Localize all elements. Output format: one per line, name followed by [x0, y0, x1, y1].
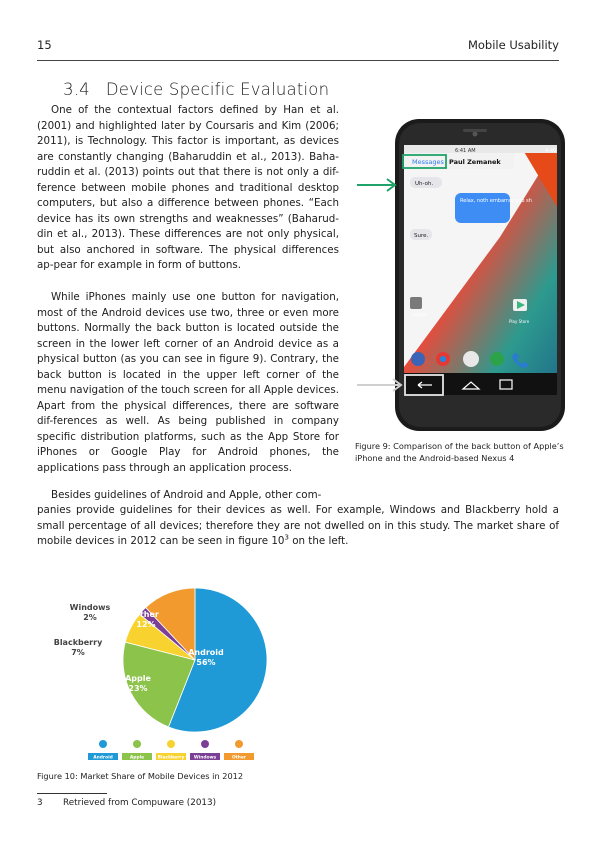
- pie-value-windows: 2%: [83, 613, 97, 622]
- pie-label-blackberry: Blackberry: [54, 638, 103, 647]
- pie-label-windows: Windows: [70, 603, 111, 612]
- pie-value-android: 56%: [196, 658, 215, 667]
- phone-illustration: 6:41 AM 4:40 Messages Paul Zemanek Uh-oh…: [357, 119, 565, 431]
- google-label: Google: [412, 312, 427, 317]
- pie-value-other: 12%: [136, 620, 155, 629]
- pie-value-apple: 23%: [128, 684, 147, 693]
- figure-9-phone: 6:41 AM 4:40 Messages Paul Zemanek Uh-oh…: [355, 117, 565, 432]
- legend-icon-other: [235, 740, 243, 748]
- paragraph-3-end: on the left.: [288, 535, 349, 548]
- pie-label-apple: Apple: [125, 674, 151, 683]
- phone-camera: [472, 131, 478, 137]
- page-number: 15: [37, 38, 52, 52]
- section-title-text: Device Specific Evaluation: [105, 80, 330, 99]
- pie-label-android: Android: [188, 648, 224, 657]
- pie-chart: Android56%Apple23%Blackberry7%Windows2% O…: [54, 587, 268, 760]
- paragraph-2-text: While iPhones mainly use one button for …: [37, 291, 339, 475]
- footnote-rule: [37, 793, 107, 794]
- google-app-icon: [410, 297, 422, 309]
- legend-icon-apple: [133, 740, 141, 748]
- hangouts-icon: [490, 352, 504, 366]
- paragraph-1: One of the contextual factors defined by…: [37, 103, 339, 274]
- legend-icon-windows: [201, 740, 209, 748]
- header-rule: [37, 60, 559, 61]
- pie-label-other: Other: [133, 610, 159, 619]
- arrow-to-ios-back: [357, 178, 397, 192]
- paragraph-3: Besides guidelines of Android and Apple,…: [37, 488, 339, 504]
- legend-icon-android: [99, 740, 107, 748]
- apps-icon: [463, 351, 479, 367]
- messages-back-label: Messages: [412, 158, 444, 166]
- legend-label-other: Other: [232, 754, 247, 760]
- running-title: Mobile Usability: [467, 38, 559, 52]
- footnote-text: Retrieved from Compuware (2013): [63, 798, 217, 808]
- legend-label-android: Android: [93, 754, 113, 760]
- pie-value-blackberry: 7%: [71, 648, 85, 657]
- paragraph-3-continued: panies provide guidelines for their devi…: [37, 503, 559, 550]
- bubble-1: Uh-oh.: [415, 181, 433, 187]
- section-title: 3.4 Device Specific Evaluation: [63, 80, 329, 99]
- figure-10-caption: Figure 10: Market Share of Mobile Device…: [37, 771, 244, 781]
- dock-icon-1: [411, 352, 425, 366]
- legend-label-blackberry: Blackberry: [158, 754, 185, 760]
- legend-label-windows: Windows: [194, 754, 217, 760]
- legend-label-apple: Apple: [130, 754, 144, 760]
- bubble-2: Relax, noth embarras you sh: [460, 198, 532, 204]
- arrow-to-android-back: [357, 378, 403, 392]
- bubble-3: Sure.: [414, 233, 429, 239]
- footnote-number: 3: [37, 798, 43, 808]
- paragraph-2: While iPhones mainly use one button for …: [37, 290, 339, 477]
- paragraph-3-text: Besides guidelines of Android and Apple,…: [51, 489, 322, 501]
- phone-speaker: [463, 129, 487, 132]
- paragraph-1-text: One of the contextual factors defined by…: [37, 104, 339, 272]
- section-number: 3.4: [63, 80, 90, 99]
- contact-name: Paul Zemanek: [449, 158, 501, 166]
- figure-10-pie: Android 56% Apple 23% Blackberry 7% Windows 2% O…: [50, 565, 280, 770]
- bubble-2-text: Relax, noth embarras you sh: [460, 198, 532, 204]
- playstore-label: Play Store: [509, 319, 530, 324]
- figure-9-caption: Figure 9: Comparison of the back button …: [355, 441, 564, 463]
- status-time-right: 4:40: [545, 148, 556, 154]
- legend-icon-blackberry: [167, 740, 175, 748]
